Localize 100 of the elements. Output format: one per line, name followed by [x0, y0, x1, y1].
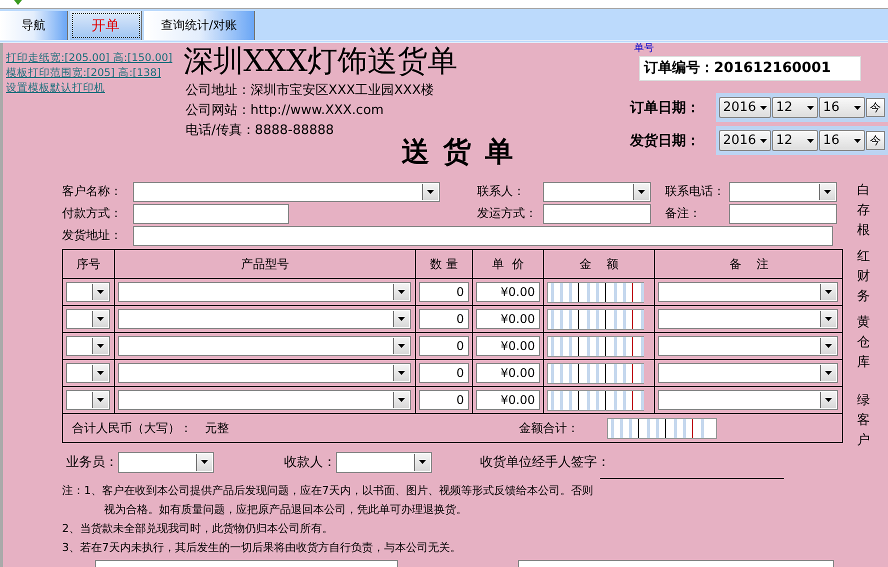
- dropdown-field[interactable]: [543, 182, 651, 202]
- field-label: 收款人：: [284, 454, 336, 471]
- dropdown-field[interactable]: [118, 336, 411, 356]
- dropdown-field[interactable]: [66, 363, 110, 383]
- dropdown-field[interactable]: [118, 282, 411, 302]
- price-field[interactable]: ¥0.00: [476, 309, 540, 329]
- caret-icon: [419, 460, 426, 464]
- field-label: 联系人：: [477, 183, 526, 200]
- tab[interactable]: 导航: [0, 11, 68, 40]
- input-field[interactable]: [543, 204, 651, 224]
- dropdown-field[interactable]: [133, 182, 440, 202]
- caret-icon: [825, 317, 832, 321]
- dropdown-field[interactable]: [66, 282, 110, 302]
- dropdown-button[interactable]: [393, 338, 409, 354]
- quantity-field[interactable]: 0: [419, 309, 469, 329]
- dropdown-button[interactable]: [820, 365, 836, 381]
- document-title: 送 货 单: [401, 134, 516, 170]
- dropdown-button[interactable]: [393, 311, 409, 327]
- dropdown-field[interactable]: [66, 336, 110, 356]
- dropdown-button[interactable]: [92, 365, 108, 381]
- caret-icon: [854, 106, 861, 110]
- dropdown-button[interactable]: [820, 311, 836, 327]
- field-label: 发货地址：: [62, 227, 123, 244]
- month-dropdown[interactable]: 12: [772, 97, 818, 118]
- caret-icon: [398, 344, 405, 348]
- order-number-field[interactable]: 订单编号：201612160001: [639, 56, 861, 81]
- caret-icon: [825, 398, 832, 402]
- amount-digit-grid[interactable]: [547, 362, 644, 384]
- dropdown-button[interactable]: [92, 284, 108, 300]
- tab[interactable]: 查询统计/对账: [144, 11, 255, 40]
- caret-icon: [398, 398, 405, 402]
- field-label: 付款方式：: [62, 205, 123, 222]
- column-header: 序号: [63, 250, 115, 278]
- caret-icon: [427, 190, 434, 194]
- company-info: 电话/传真：8888-88888: [184, 122, 335, 140]
- dropdown-button[interactable]: [92, 338, 108, 354]
- amount-digit-grid[interactable]: [547, 390, 644, 410]
- caret-icon: [398, 317, 405, 321]
- copy-label: 白存根: [857, 182, 870, 240]
- copy-label: 黄仓库: [857, 314, 870, 372]
- dropdown-field[interactable]: [658, 390, 838, 410]
- day-dropdown[interactable]: 16: [819, 97, 865, 118]
- price-field[interactable]: ¥0.00: [476, 390, 540, 410]
- caret-icon: [97, 290, 104, 294]
- quantity-field[interactable]: 0: [419, 282, 469, 302]
- field-label: 客户名称：: [62, 183, 123, 200]
- amount-digit-grid[interactable]: [547, 308, 644, 330]
- field-label: 发运方式：: [477, 205, 538, 222]
- input-field[interactable]: [133, 204, 289, 224]
- dropdown-field[interactable]: [118, 390, 411, 410]
- dropdown-button[interactable]: [393, 284, 409, 300]
- caret-icon: [97, 371, 104, 375]
- column-header: 数 量: [416, 250, 473, 278]
- today-button[interactable]: 今: [866, 131, 885, 150]
- dropdown-button[interactable]: [196, 454, 212, 470]
- dropdown-button[interactable]: [820, 338, 836, 354]
- amount-digit-grid[interactable]: [547, 282, 644, 302]
- company-info: 公司网站：http://www.XXX.com: [184, 102, 385, 120]
- dropdown-button[interactable]: [820, 284, 836, 300]
- column-header: 金 额: [544, 250, 655, 278]
- dropdown-field[interactable]: [336, 452, 432, 472]
- quantity-field[interactable]: 0: [419, 336, 469, 356]
- dropdown-field[interactable]: [118, 363, 411, 383]
- dropdown-field[interactable]: [118, 452, 214, 472]
- copy-label: 红财务: [857, 248, 870, 306]
- price-field[interactable]: ¥0.00: [476, 363, 540, 383]
- date-label: 发货日期：: [630, 132, 701, 150]
- day-dropdown[interactable]: 16: [819, 130, 865, 151]
- input-field[interactable]: [729, 204, 837, 224]
- dropdown-button[interactable]: [92, 392, 108, 408]
- input-field[interactable]: [133, 226, 833, 246]
- field-label: 业务员：: [66, 454, 118, 471]
- dropdown-field[interactable]: [658, 282, 838, 302]
- dropdown-field[interactable]: [658, 309, 838, 329]
- dropdown-button[interactable]: [820, 392, 836, 408]
- quantity-field[interactable]: 0: [419, 390, 469, 410]
- dropdown-field[interactable]: [658, 336, 838, 356]
- dropdown-field[interactable]: [66, 390, 110, 410]
- quantity-field[interactable]: 0: [419, 363, 469, 383]
- year-dropdown[interactable]: 2016: [719, 130, 771, 151]
- dropdown-button[interactable]: [393, 392, 409, 408]
- dropdown-field[interactable]: [658, 363, 838, 383]
- dropdown-button[interactable]: [393, 365, 409, 381]
- caret-icon: [398, 290, 405, 294]
- dropdown-button[interactable]: [92, 311, 108, 327]
- caret-icon: [825, 344, 832, 348]
- dropdown-button[interactable]: [633, 184, 649, 200]
- dropdown-button[interactable]: [819, 184, 835, 200]
- year-dropdown[interactable]: 2016: [719, 97, 771, 118]
- price-field[interactable]: ¥0.00: [476, 336, 540, 356]
- amount-digit-grid[interactable]: [547, 336, 644, 356]
- dropdown-field[interactable]: [66, 309, 110, 329]
- note-text: 3、若在7天内未执行，其后发生的一切后果将由收货方自行负责，与本公司无关。: [62, 540, 462, 556]
- dropdown-button[interactable]: [414, 454, 430, 470]
- price-field[interactable]: ¥0.00: [476, 282, 540, 302]
- dropdown-button[interactable]: [422, 184, 438, 200]
- dropdown-field[interactable]: [118, 309, 411, 329]
- month-dropdown[interactable]: 12: [772, 130, 818, 151]
- dropdown-field[interactable]: [729, 182, 837, 202]
- today-button[interactable]: 今: [866, 98, 885, 117]
